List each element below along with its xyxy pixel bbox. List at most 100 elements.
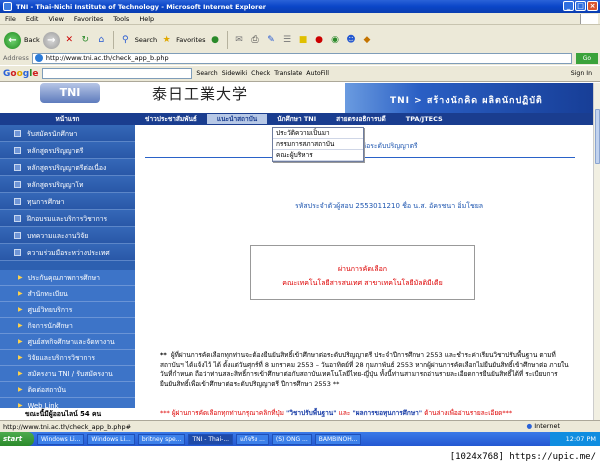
- autofill-button[interactable]: AutoFill: [306, 70, 329, 77]
- taskbar-item[interactable]: Windows Li...: [37, 433, 85, 445]
- nav-about[interactable]: แนะนำสถาบัน: [206, 114, 268, 124]
- dropdown-item-executives[interactable]: คณะผู้บริหาร: [273, 150, 363, 161]
- google-search-input[interactable]: [42, 68, 193, 79]
- notice-star: **: [160, 351, 167, 359]
- taskbar-item[interactable]: britney spe...: [137, 433, 186, 445]
- bullet-square-icon: [14, 163, 21, 171]
- notice-text: ผู้ที่ผ่านการคัดเลือกทุกท่านจะต้องยืนยัน…: [160, 351, 569, 388]
- address-url[interactable]: http://www.tni.ac.th/check_app_b.php: [46, 54, 169, 62]
- note-mid: และ: [336, 409, 353, 417]
- arrow-right-icon: ▶: [18, 354, 23, 361]
- left-sidebar: รับสมัครนักศึกษา หลักสูตรปริญญาตรี หลักส…: [0, 125, 135, 420]
- sidebar-item-qa[interactable]: ▶ ประกันคุณภาพการศึกษา: [0, 270, 135, 286]
- applicant-info: รหัสประจำตัวผู้สอบ 2553011210 ชื่อ น.ส. …: [295, 202, 484, 210]
- vertical-scrollbar[interactable]: [593, 83, 600, 420]
- menu-edit[interactable]: Edit: [21, 15, 44, 23]
- home-icon[interactable]: ⌂: [95, 34, 108, 47]
- scholarship-result-link[interactable]: "ผลการขอทุนการศึกษา": [352, 409, 422, 417]
- research-icon[interactable]: ◉: [329, 34, 342, 47]
- favorites-star-icon[interactable]: ★: [160, 34, 173, 47]
- check-button[interactable]: Check: [251, 70, 270, 77]
- sidebar-item-research-service[interactable]: ▶ วิจัยและบริการวิชาการ: [0, 350, 135, 366]
- nav-news[interactable]: ข่าวประชาสัมพันธ์: [135, 114, 207, 124]
- favorites-button-label[interactable]: Favorites: [176, 36, 205, 44]
- sidebar-item-master[interactable]: หลักสูตรปริญญาโท: [0, 176, 135, 193]
- menu-favorites[interactable]: Favorites: [69, 15, 108, 23]
- start-button[interactable]: start: [0, 432, 34, 446]
- nav-students[interactable]: นักศึกษา TNI: [267, 114, 326, 124]
- sidebar-item-coop[interactable]: ▶ ศูนย์สหกิจศึกษาและจัดหางาน: [0, 334, 135, 350]
- status-bar: http://www.tni.ac.th/check_app_b.php# ● …: [0, 420, 600, 432]
- slogan-text: TNI > สร้างนักคิด ผลิตนักปฏิบัติ: [390, 96, 543, 106]
- search-button-label[interactable]: Search: [135, 36, 157, 44]
- system-tray-clock[interactable]: 12:07 PM: [550, 432, 600, 446]
- forward-arrow-icon[interactable]: →: [42, 31, 60, 49]
- go-button[interactable]: Go: [575, 52, 598, 64]
- sidebar-item-jobs[interactable]: ▶ สมัครงาน TNI / รับสมัครงาน: [0, 366, 135, 382]
- sidewiki-button[interactable]: Sidewiki: [222, 70, 247, 77]
- arrow-right-icon: ▶: [18, 370, 23, 377]
- toolbar-extra-icon[interactable]: ◆: [361, 34, 374, 47]
- nav-tpa-jtecs[interactable]: TPA/JTECS: [396, 115, 453, 123]
- menu-file[interactable]: File: [0, 15, 21, 23]
- arrow-right-icon: ▶: [18, 322, 23, 329]
- sidebar-item-training[interactable]: ฝึกอบรมและบริการวิชาการ: [0, 210, 135, 227]
- scrollbar-thumb[interactable]: [595, 109, 600, 164]
- refresh-icon[interactable]: ↻: [79, 34, 92, 47]
- dropdown-item-history[interactable]: ประวัติความเป็นมา: [273, 128, 363, 139]
- sidebar-item-bachelor-continuing[interactable]: หลักสูตรปริญญาตรีต่อเนื่อง: [0, 159, 135, 176]
- sidebar-item-library[interactable]: ▶ ศูนย์วิทยบริการ: [0, 302, 135, 318]
- stop-icon[interactable]: ✕: [63, 34, 76, 47]
- sidebar-item-label: บทความและงานวิจัย: [27, 231, 89, 240]
- tni-logo[interactable]: TNI: [40, 83, 100, 105]
- sidebar-item-student-affairs[interactable]: ▶ กิจการนักศึกษา: [0, 318, 135, 334]
- back-arrow-icon[interactable]: ←: [4, 31, 21, 49]
- minimize-button[interactable]: _: [563, 1, 574, 11]
- taskbar-item[interactable]: (S) ONG ...: [271, 433, 312, 445]
- menu-tools[interactable]: Tools: [108, 15, 134, 23]
- menu-view[interactable]: View: [43, 15, 68, 23]
- sidebar-item-bachelor[interactable]: หลักสูตรปริญญาตรี: [0, 142, 135, 159]
- signin-button[interactable]: Sign In: [571, 70, 592, 77]
- menu-help[interactable]: Help: [134, 15, 159, 23]
- discuss-icon[interactable]: ☰: [281, 34, 294, 47]
- nav-president[interactable]: สายตรงอธิการบดี: [326, 114, 396, 124]
- windows-logo-icon: [580, 14, 598, 24]
- sidebar-item-research[interactable]: บทความและงานวิจัย: [0, 227, 135, 244]
- edit-icon[interactable]: ✎: [265, 34, 278, 47]
- print-icon[interactable]: ⎙: [249, 34, 262, 47]
- basic-course-link[interactable]: "วิชาปรับพื้นฐาน": [286, 409, 337, 417]
- address-input[interactable]: http://www.tni.ac.th/check_app_b.php: [31, 52, 572, 64]
- sidebar-item-label: สำนักทะเบียน: [27, 290, 68, 298]
- taskbar-item[interactable]: Windows Li...: [87, 433, 135, 445]
- toolbar-separator: [226, 31, 228, 49]
- close-button[interactable]: ×: [587, 1, 598, 11]
- messenger-icon[interactable]: ●: [313, 34, 326, 47]
- maximize-button[interactable]: □: [575, 1, 586, 11]
- note-prefix: *** ผู้ผ่านการคัดเลือกทุกท่านกรุณาคลิกที…: [160, 409, 286, 417]
- sidebar-item-contact[interactable]: ▶ ติดต่อสถาบัน: [0, 382, 135, 398]
- arrow-right-icon: ▶: [18, 274, 23, 281]
- search-icon[interactable]: ⚲: [119, 34, 132, 47]
- notes-icon[interactable]: ■: [297, 34, 310, 47]
- media-icon[interactable]: ●: [209, 34, 222, 47]
- taskbar-item[interactable]: แก้จริง ...: [236, 433, 269, 445]
- page-icon: [34, 54, 43, 62]
- taskbar-item[interactable]: BAMBINOH...: [314, 433, 362, 445]
- translate-button[interactable]: Translate: [274, 70, 302, 77]
- messenger-people-icon[interactable]: ☻: [345, 34, 358, 47]
- sidebar-item-international[interactable]: ความร่วมมือระหว่างประเทศ: [0, 244, 135, 261]
- slogan-banner: TNI > สร้างนักคิด ผลิตนักปฏิบัติ: [345, 83, 593, 113]
- mail-icon[interactable]: ✉: [233, 34, 246, 47]
- taskbar-item-active[interactable]: TNI - Thai-...: [188, 433, 234, 445]
- sidebar-item-registrar[interactable]: ▶ สำนักทะเบียน: [0, 286, 135, 302]
- address-label: Address: [3, 54, 29, 62]
- sidebar-item-scholarship[interactable]: ทุนการศึกษา: [0, 193, 135, 210]
- nav-home[interactable]: หน้าแรก: [0, 114, 135, 124]
- instruction-note: *** ผู้ผ่านการคัดเลือกทุกท่านกรุณาคลิกที…: [160, 408, 580, 418]
- back-button-label[interactable]: Back: [24, 36, 40, 44]
- sidebar-item-admission[interactable]: รับสมัครนักศึกษา: [0, 125, 135, 142]
- sidebar-item-label: ติดต่อสถาบัน: [27, 386, 66, 394]
- dropdown-item-council[interactable]: กรรมการสภาสถาบัน: [273, 139, 363, 150]
- google-search-button[interactable]: Search: [196, 70, 217, 77]
